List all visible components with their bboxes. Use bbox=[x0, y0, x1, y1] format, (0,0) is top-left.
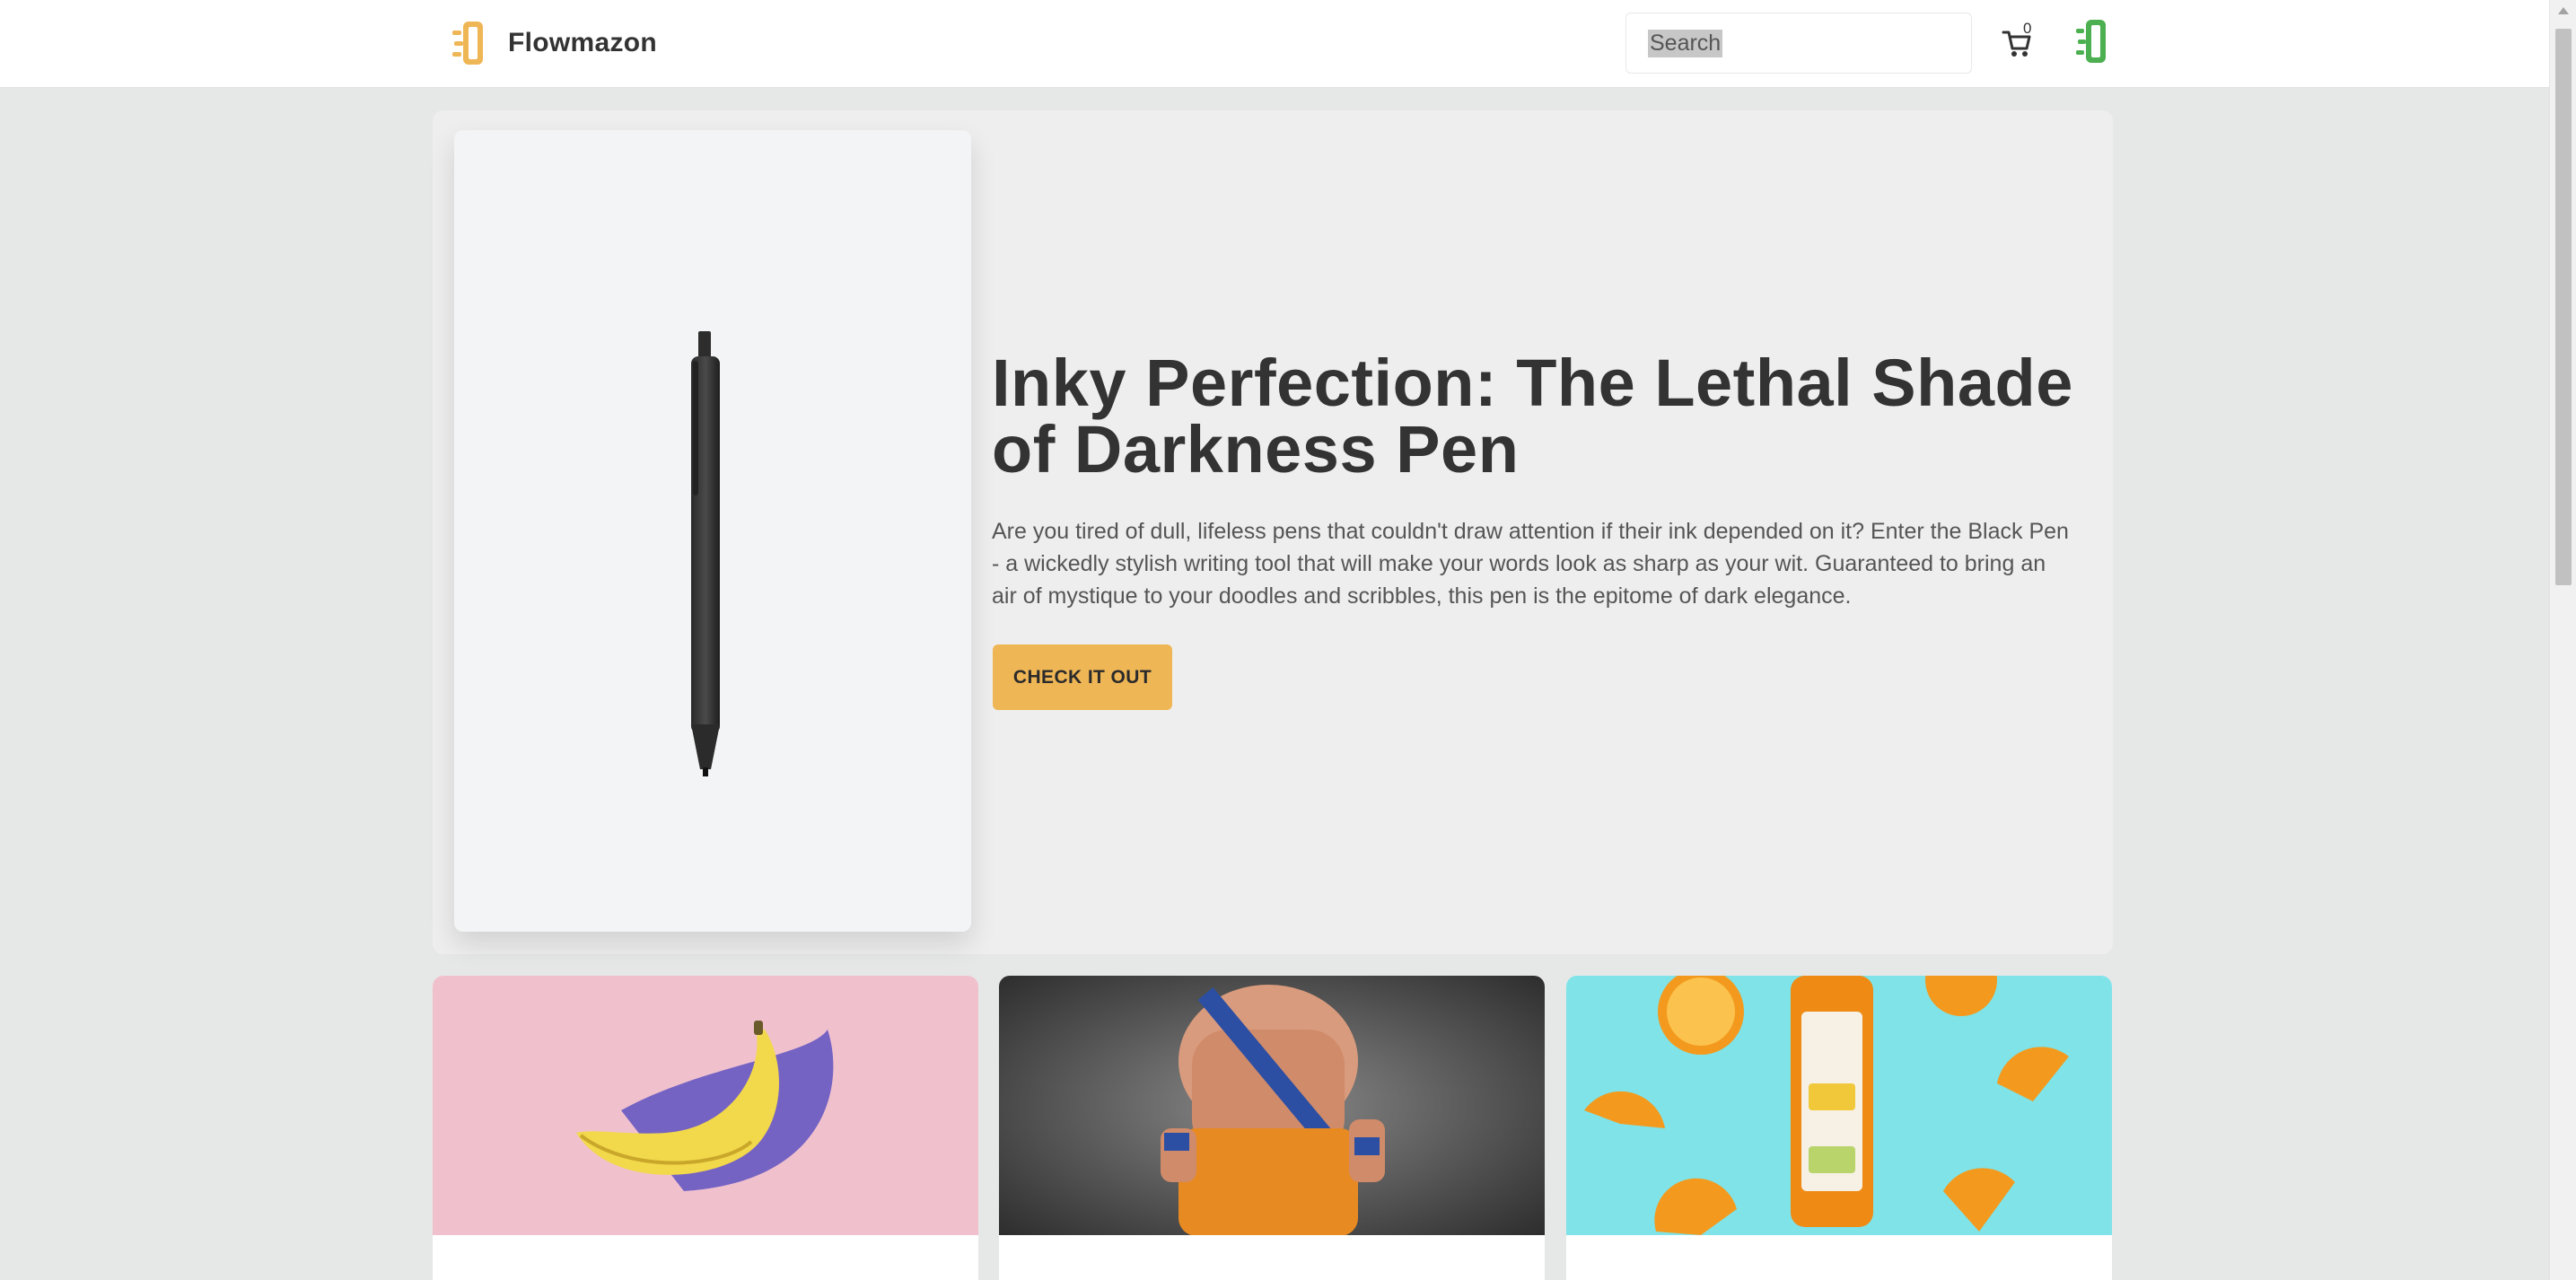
product-card[interactable] bbox=[1566, 976, 2112, 1280]
page-scrollbar[interactable] bbox=[2549, 0, 2576, 1280]
black-pen-image bbox=[691, 331, 720, 776]
action-figure-image bbox=[999, 976, 1545, 1235]
orange-juice-image bbox=[1566, 976, 2112, 1235]
search-input[interactable]: Search bbox=[1625, 13, 1972, 74]
brand-link[interactable]: Flowmazon bbox=[449, 14, 657, 72]
hero-title: Inky Perfection: The Lethal Shade of Dar… bbox=[992, 346, 2073, 487]
banana-image bbox=[433, 976, 978, 1235]
top-navbar: Flowmazon Search 0 bbox=[0, 0, 2549, 88]
product-card-body bbox=[1566, 1235, 2112, 1280]
cart-count-badge: 0 bbox=[2023, 20, 2032, 37]
check-it-out-button[interactable]: CHECK IT OUT bbox=[993, 644, 1172, 710]
product-card[interactable] bbox=[433, 976, 978, 1280]
hero-description: Are you tired of dull, lifeless pens tha… bbox=[992, 519, 2069, 609]
search-input-text[interactable]: Search bbox=[1648, 29, 1723, 57]
product-card-body bbox=[999, 1235, 1545, 1280]
scrollbar-thumb[interactable] bbox=[2555, 29, 2572, 585]
product-card-body bbox=[433, 1235, 978, 1280]
hero-product-image[interactable] bbox=[454, 130, 971, 932]
flowmazon-logo-icon bbox=[452, 22, 483, 65]
brand-name: Flowmazon bbox=[508, 28, 658, 57]
product-card[interactable] bbox=[999, 976, 1545, 1280]
scroll-up-arrow-icon[interactable] bbox=[2558, 7, 2569, 14]
account-logo-icon[interactable] bbox=[2073, 16, 2115, 66]
